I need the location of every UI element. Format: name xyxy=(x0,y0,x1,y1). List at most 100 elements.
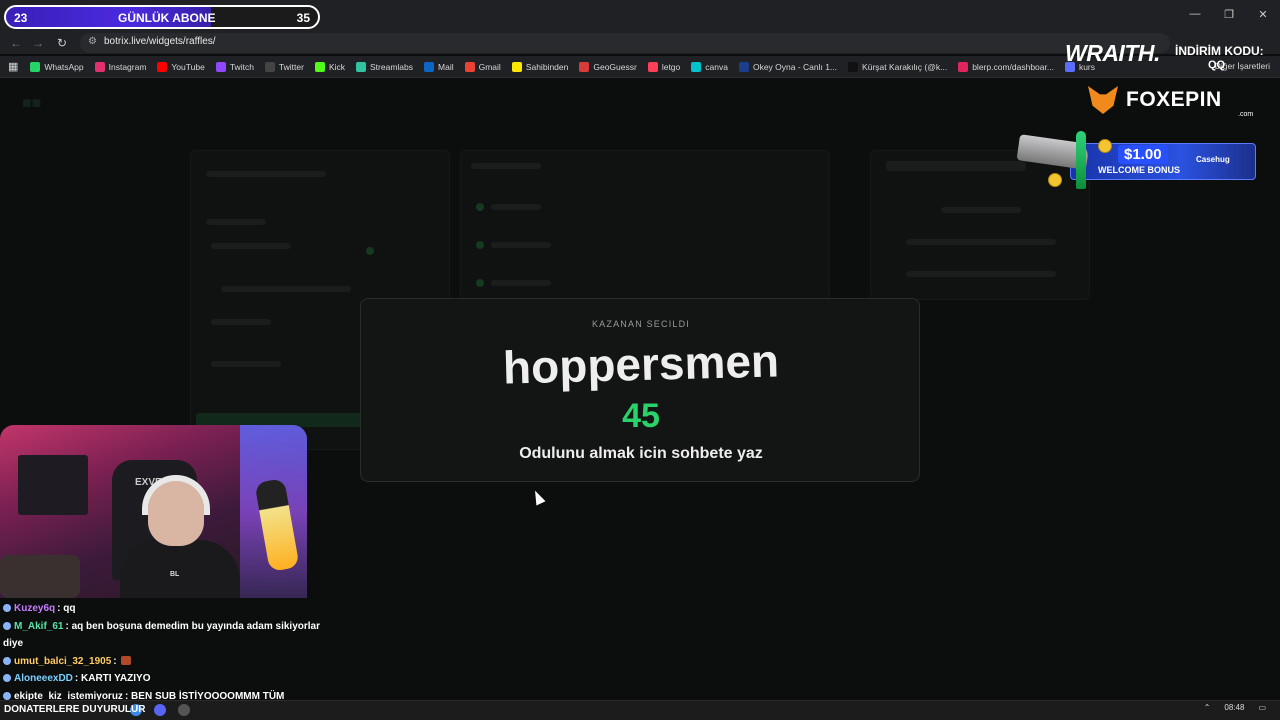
restore-icon[interactable]: ❐ xyxy=(1212,0,1246,28)
discord-icon[interactable] xyxy=(154,704,166,716)
bookmark-favicon-icon xyxy=(464,61,475,72)
chat-badge-icon xyxy=(3,656,11,665)
sub-goal-target: 35 xyxy=(296,11,310,25)
bookmark-label: Streamlabs xyxy=(370,61,414,72)
casehug-logo: Casehug xyxy=(1196,155,1230,164)
address-bar[interactable]: ⚙ botrix.live/widgets/raffles/ xyxy=(80,33,1170,53)
bookmark-item[interactable]: blerp.com/dashboar... xyxy=(958,61,1054,72)
bookmark-favicon-icon xyxy=(94,61,105,72)
chevron-up-icon[interactable]: ⌃ xyxy=(1204,703,1211,712)
bookmark-label: Sahibinden xyxy=(525,61,569,72)
bookmark-label: Twitch xyxy=(229,61,254,72)
sub-current-count: 23 xyxy=(14,11,28,25)
bookmark-item[interactable]: Mail xyxy=(424,61,454,72)
bookmark-label: Kick xyxy=(328,61,346,72)
foxepin-logo: FOXEPIN .com xyxy=(1088,86,1253,118)
system-tray: ⌃ 08:48 ▭ xyxy=(1190,703,1266,712)
discount-code-value: QQ xyxy=(1208,59,1226,71)
daily-sub-goal-bar: 23 GÜNLÜK ABONE 35 xyxy=(4,5,320,29)
chat-text: : KARTI YAZIYO xyxy=(74,673,151,684)
bookmark-item[interactable]: Streamlabs xyxy=(356,61,414,72)
sub-goal-label: GÜNLÜK ABONE xyxy=(118,11,216,25)
knife-icon xyxy=(1076,131,1086,189)
bookmark-item[interactable]: GeoGuessr xyxy=(579,61,637,72)
bookmark-favicon-icon xyxy=(691,61,702,72)
raffle-winner-modal: KAZANAN SECILDI hoppersmen 45 Odulunu al… xyxy=(360,298,920,482)
bookmark-item[interactable]: Kick xyxy=(314,61,346,72)
foxepin-text: FOXEPIN xyxy=(1126,88,1222,111)
chat-username[interactable]: Kuzey6q xyxy=(14,603,55,614)
fox-icon xyxy=(1088,86,1118,114)
winner-selected-label: KAZANAN SECILDI xyxy=(591,319,691,329)
taskbar-clock[interactable]: 08:48 xyxy=(1224,703,1244,712)
bookmark-list: WhatsApp Instagram YouTube Twitch Twitter Kic… xyxy=(30,61,1106,72)
bookmark-favicon-icon xyxy=(157,61,168,72)
chat-message: Kuzey6q: qq xyxy=(0,600,320,618)
minimize-icon[interactable]: — xyxy=(1178,0,1212,28)
coin-icon xyxy=(1098,139,1112,153)
bookmark-item[interactable]: Twitter xyxy=(264,61,304,72)
bookmark-item[interactable]: YouTube xyxy=(157,61,205,72)
bookmark-item[interactable]: Instagram xyxy=(94,61,147,72)
address-bar-url: botrix.live/widgets/raffles/ xyxy=(104,36,216,47)
back-icon[interactable]: ← xyxy=(8,35,24,51)
chat-message: AloneeexDD: KARTI YAZIYO xyxy=(0,670,320,688)
bookmark-item[interactable]: Gmail xyxy=(464,61,501,72)
obs-icon[interactable] xyxy=(178,704,190,716)
bookmark-item[interactable]: Kürşat Karakılıç (@k... xyxy=(848,61,948,72)
chat-text: : xyxy=(113,655,117,667)
bookmark-item[interactable]: Okey Oyna - Canlı 1... xyxy=(738,61,838,72)
bookmark-favicon-icon xyxy=(215,61,226,72)
bookmark-favicon-icon xyxy=(424,61,435,72)
casehug-price: $1.00 xyxy=(1118,145,1168,164)
discount-code-label: İNDİRİM KODU: xyxy=(1175,44,1264,58)
site-info-icon[interactable]: ⚙ xyxy=(88,36,97,47)
bookmark-item[interactable]: letgo xyxy=(647,61,681,72)
bookmark-favicon-icon xyxy=(511,61,522,72)
chat-badge-icon xyxy=(3,604,11,613)
chat-message: M_Akif_61: aq ben boşuna demedim bu yayı… xyxy=(0,618,320,653)
bookmark-label: YouTube xyxy=(171,61,205,72)
bookmark-favicon-icon xyxy=(314,61,325,72)
chat-username[interactable]: AloneeexDD xyxy=(14,673,73,684)
forward-icon[interactable]: → xyxy=(30,35,46,51)
bookmark-favicon-icon xyxy=(647,61,658,72)
bookmark-label: Okey Oyna - Canlı 1... xyxy=(752,61,838,72)
chat-badge-icon xyxy=(3,674,11,683)
monitor-shape xyxy=(18,455,88,515)
webcam-feed: EXVE BL xyxy=(0,425,307,598)
chat-overlay: Kuzey6q: qq M_Akif_61: aq ben boşuna deme… xyxy=(0,600,320,705)
chat-text: : qq xyxy=(57,603,76,614)
bookmark-item[interactable]: WhatsApp xyxy=(30,61,84,72)
background-panel-middle xyxy=(460,150,830,300)
bookmark-label: Gmail xyxy=(478,61,501,72)
notification-icon[interactable]: ▭ xyxy=(1258,703,1266,712)
bookmark-item[interactable]: Sahibinden xyxy=(511,61,569,72)
bookmark-favicon-icon xyxy=(30,61,41,72)
casehug-banner: $1.00 WELCOME BONUS Casehug xyxy=(1016,131,1256,189)
window-controls: — ❐ ✕ xyxy=(1178,0,1280,28)
bookmark-label: Kürşat Karakılıç (@k... xyxy=(862,61,948,72)
winner-number: 45 xyxy=(622,397,660,435)
bookmark-favicon-icon xyxy=(848,61,859,72)
bookmark-label: GeoGuessr xyxy=(593,61,637,72)
bookmark-favicon-icon xyxy=(356,61,367,72)
bookmark-label: Twitter xyxy=(278,61,304,72)
bookmark-item[interactable]: canva xyxy=(691,61,728,72)
chat-emote-icon xyxy=(120,656,131,666)
close-icon[interactable]: ✕ xyxy=(1246,0,1280,28)
claim-prize-message: Odulunu almak icin sohbete yaz xyxy=(519,445,763,462)
chat-badge-icon xyxy=(3,621,11,630)
chat-username[interactable]: M_Akif_61 xyxy=(14,621,63,632)
bookmark-label: Instagram xyxy=(108,61,147,72)
chat-username[interactable]: umut_balci_32_1905 xyxy=(14,656,111,667)
bookmark-label: letgo xyxy=(661,61,681,72)
bookmark-favicon-icon xyxy=(738,61,749,72)
chat-message: umut_balci_32_1905: xyxy=(0,653,320,671)
reload-icon[interactable]: ↻ xyxy=(54,35,70,51)
bookmark-label: canva xyxy=(705,61,728,72)
body-shape xyxy=(120,540,240,598)
bookmark-item[interactable]: Twitch xyxy=(215,61,254,72)
apps-icon[interactable]: ▦ xyxy=(8,60,18,73)
coin-icon xyxy=(1048,173,1062,187)
